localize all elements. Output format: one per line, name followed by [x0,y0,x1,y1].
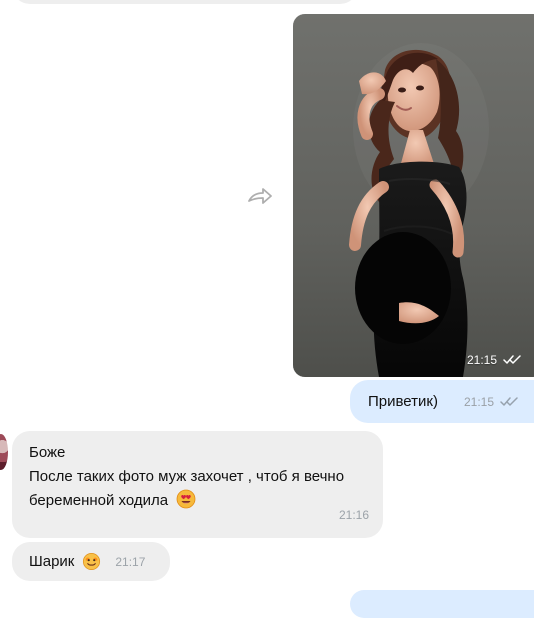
incoming-message[interactable]: Боже После таких фото муж захочет , чтоб… [12,431,383,538]
photo-meta: 21:15 [467,353,521,367]
photo-message[interactable]: 21:15 [293,14,534,377]
outgoing-message-time: 21:15 [463,394,494,409]
forward-icon[interactable] [246,184,274,208]
short-message-text: Шарик [29,553,75,570]
incoming-message-line-3: беременной ходила [29,492,169,509]
double-check-icon [503,355,521,364]
incoming-message-line-1: Боже [29,444,66,461]
double-check-icon [500,396,518,406]
face-emoji-icon [83,552,101,571]
outgoing-message-text: Приветик) [368,393,438,410]
outgoing-message-meta: 21:15 [464,395,518,409]
partial-bottom-message-bubble [350,590,534,618]
outgoing-message[interactable]: Приветик) 21:15 [350,380,534,423]
heart-eyes-emoji-icon [176,489,196,509]
incoming-message-time: 21:16 [338,508,369,522]
incoming-message-line-3-wrapper: беременной ходила [29,489,367,513]
incoming-message-line-2: После таких фото муж захочет , чтоб я ве… [29,468,345,485]
partial-top-message-bubble [12,0,358,4]
avatar[interactable] [0,434,8,470]
short-message-time: 21:17 [115,554,146,569]
photo-time: 21:15 [466,353,497,367]
short-incoming-message[interactable]: Шарик 21:17 [12,542,170,581]
portrait-photo [293,14,534,377]
